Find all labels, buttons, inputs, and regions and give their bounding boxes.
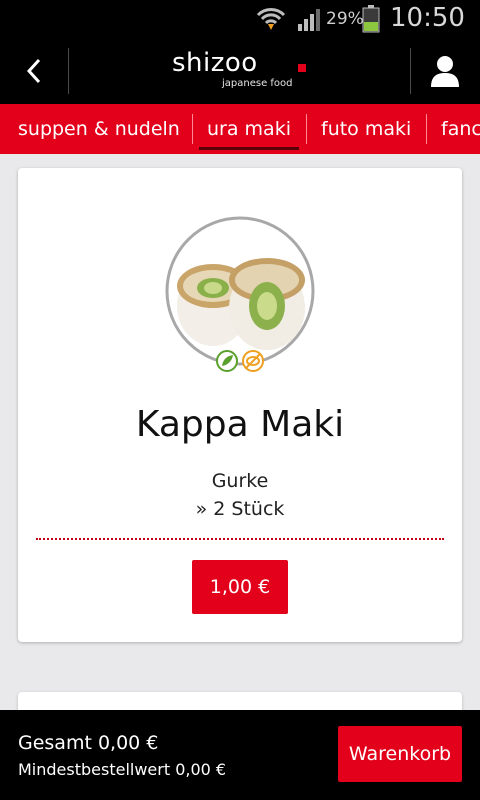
user-account-button[interactable]	[410, 38, 480, 104]
tab-divider	[426, 114, 427, 144]
product-image[interactable]	[165, 216, 315, 366]
vegetarian-icon	[216, 350, 238, 372]
tab-fancy[interactable]: fanc	[433, 104, 480, 154]
chevron-left-icon	[26, 58, 41, 84]
logo: shizoo japanese food	[172, 48, 312, 94]
logo-tagline: japanese food	[222, 78, 293, 89]
tab-ura-maki[interactable]: ura maki	[199, 104, 299, 154]
product-description: Gurke	[211, 470, 269, 492]
tab-suppen-nudeln[interactable]: suppen & nudeln	[10, 104, 188, 154]
tab-divider	[306, 114, 307, 144]
tab-futo-maki[interactable]: futo maki	[313, 104, 419, 154]
add-to-cart-price-button[interactable]: 1,00 €	[192, 560, 288, 614]
cart-summary-bar: Gesamt 0,00 € Mindestbestellwert 0,00 € …	[0, 710, 480, 800]
divider	[36, 538, 444, 540]
signal-icon	[298, 9, 320, 31]
no-fish-icon	[242, 350, 264, 372]
category-tabs: suppen & nudeln ura maki futo maki fanc	[0, 104, 480, 154]
product-quantity: » 2 Stück	[195, 498, 285, 520]
app-header: shizoo japanese food	[0, 38, 480, 104]
logo-text: shizoo	[172, 48, 258, 78]
header-divider	[68, 48, 69, 94]
cart-total: Gesamt 0,00 €	[18, 732, 159, 754]
wifi-icon	[256, 8, 286, 30]
product-title: Kappa Maki	[135, 404, 345, 445]
cart-button[interactable]: Warenkorb	[338, 726, 462, 782]
clock: 10:50	[390, 3, 465, 33]
product-card[interactable]: Kappa Maki Gurke » 2 Stück 1,00 €	[18, 168, 462, 642]
logo-dot	[298, 64, 306, 72]
back-button[interactable]	[0, 38, 68, 104]
status-bar: 29% 10:50	[0, 0, 480, 38]
user-icon	[431, 56, 459, 87]
minimum-order-value: Mindestbestellwert 0,00 €	[18, 760, 227, 779]
battery-percentage: 29%	[326, 9, 364, 29]
tab-divider	[192, 114, 193, 144]
battery-icon	[362, 5, 380, 33]
